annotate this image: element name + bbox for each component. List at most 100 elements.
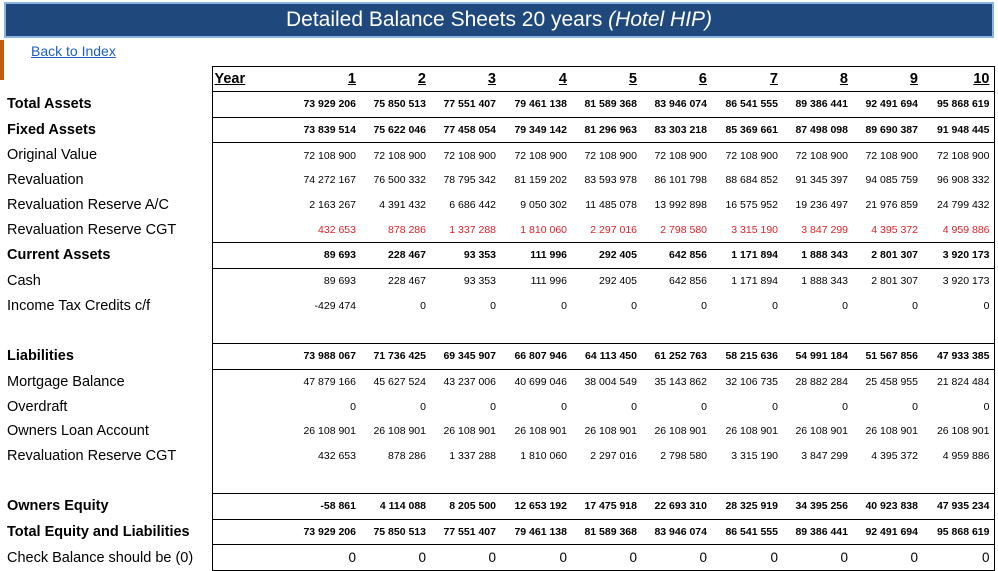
row-label: Original Value xyxy=(7,147,98,164)
value-cell: 11 485 078 xyxy=(585,199,637,212)
value-cell xyxy=(782,318,852,343)
row-label: Overdraft xyxy=(7,398,68,415)
value-cell: 72 108 900 xyxy=(865,149,918,162)
value-cell: 0 xyxy=(490,299,496,312)
value-cell: 81 296 963 xyxy=(571,116,641,144)
value-cell: 95 868 619 xyxy=(922,91,995,118)
value-cell: 0 xyxy=(631,299,637,312)
row-label: Check Balance should be (0) xyxy=(7,549,194,566)
value-cell: 0 xyxy=(430,544,500,571)
value-cell: 111 996 xyxy=(530,275,567,288)
value-cell: 72 108 900 xyxy=(725,149,778,162)
value-cell: 642 856 xyxy=(641,242,711,269)
value-cell: 26 108 901 xyxy=(443,425,496,438)
table-row: Owners Equity -58 861 4 114 088 8 205 500 12… xyxy=(0,493,995,520)
value-cell: 1 888 343 xyxy=(801,275,848,288)
value-cell: 72 108 900 xyxy=(584,149,637,162)
value-cell: 432 653 xyxy=(211,217,360,243)
value-cell: 32 106 735 xyxy=(725,375,778,388)
value-cell: 47 933 385 xyxy=(922,342,995,370)
value-cell: 83 946 074 xyxy=(641,518,711,545)
value-cell: 0 xyxy=(782,544,852,571)
value-cell: 89 693 xyxy=(211,268,360,294)
value-cell: 2 801 307 xyxy=(871,275,918,288)
value-cell xyxy=(852,468,922,493)
table-row: Overdraft 0 0 0 0 0 0 0 0 0 0 xyxy=(0,394,995,419)
row-label xyxy=(0,468,212,493)
value-cell: 0 xyxy=(701,400,707,413)
value-cell: 86 101 798 xyxy=(654,174,707,187)
value-cell: 89 386 441 xyxy=(782,518,852,545)
value-cell: 26 108 901 xyxy=(211,418,360,444)
value-cell: 292 405 xyxy=(571,242,641,269)
value-cell: 642 856 xyxy=(669,275,707,288)
value-cell: 81 589 368 xyxy=(571,91,641,118)
value-cell: 0 xyxy=(912,299,918,312)
value-cell: 66 807 946 xyxy=(500,342,571,370)
value-cell: 0 xyxy=(490,400,496,413)
back-to-index-link[interactable]: Back to Index xyxy=(31,43,116,59)
value-cell: 94 085 759 xyxy=(865,174,918,187)
value-cell: 74 272 167 xyxy=(211,168,360,193)
year-column-header: 2 xyxy=(360,66,430,92)
value-cell xyxy=(641,468,711,493)
year-column-header: 10 xyxy=(922,66,995,92)
value-cell: 24 799 432 xyxy=(922,192,995,218)
table-row: Total Equity and Liabilities 73 929 206 75… xyxy=(0,518,995,545)
value-cell: 0 xyxy=(922,394,995,419)
value-cell: 83 946 074 xyxy=(641,91,711,118)
value-cell: 2 297 016 xyxy=(590,223,637,236)
table-row: Total Assets 73 929 206 75 850 513 77 551 4… xyxy=(0,91,995,118)
value-cell xyxy=(211,318,360,344)
value-cell: 54 991 184 xyxy=(782,342,852,370)
value-cell: 26 108 901 xyxy=(865,425,918,438)
value-cell: 72 108 900 xyxy=(654,149,707,162)
value-cell: 8 205 500 xyxy=(430,493,500,520)
value-cell: 89 690 387 xyxy=(852,116,922,144)
value-cell xyxy=(500,318,571,343)
year-column-header: 5 xyxy=(571,66,641,92)
value-cell: 4 395 372 xyxy=(871,449,918,462)
value-cell: 73 929 206 xyxy=(211,91,360,118)
value-cell: 96 908 332 xyxy=(922,168,995,193)
value-cell: 0 xyxy=(701,299,707,312)
value-cell: 0 xyxy=(852,544,922,571)
value-cell: 28 325 919 xyxy=(711,493,782,520)
value-cell: 0 xyxy=(922,293,995,319)
row-label: Revaluation Reserve CGT xyxy=(7,447,177,464)
value-cell xyxy=(852,318,922,343)
value-cell: 16 575 952 xyxy=(725,199,778,212)
table-row: Mortgage Balance 47 879 166 45 627 524 43 2… xyxy=(0,369,995,395)
value-cell: 0 xyxy=(772,400,778,413)
sheet-title: Detailed Balance Sheets 20 years xyxy=(285,8,609,31)
table-row: Cash 89 693 228 467 93 353 111 996 292 405 642… xyxy=(0,268,995,294)
value-cell: 72 108 900 xyxy=(514,149,567,162)
value-cell: 51 567 856 xyxy=(852,342,922,370)
value-cell: 73 839 514 xyxy=(211,116,360,144)
sheet-subtitle: (Hotel HIP) xyxy=(608,8,713,31)
value-cell: 2 798 580 xyxy=(660,449,707,462)
value-cell: 17 475 918 xyxy=(571,493,641,520)
value-cell: 13 992 898 xyxy=(654,199,707,212)
year-column-header: 6 xyxy=(641,66,711,92)
value-cell: 61 252 763 xyxy=(641,342,711,370)
value-cell: 0 xyxy=(912,400,918,413)
value-cell: 75 850 513 xyxy=(360,91,430,118)
value-cell: 3 920 173 xyxy=(922,242,995,269)
value-cell: 1 337 288 xyxy=(449,449,496,462)
value-cell: 0 xyxy=(922,544,995,571)
table-row: Revaluation Reserve A/C 2 163 267 4 391 43… xyxy=(0,192,995,218)
row-label: Revaluation Reserve A/C xyxy=(7,197,169,214)
table-row: Revaluation Reserve CGT 432 653 878 286 1 3… xyxy=(0,217,995,243)
value-cell: 91 948 445 xyxy=(922,116,995,144)
value-cell: 77 551 407 xyxy=(430,91,500,118)
value-cell: 2 163 267 xyxy=(211,192,360,218)
value-cell: 28 882 284 xyxy=(795,375,848,388)
value-cell: 75 850 513 xyxy=(360,518,430,545)
value-cell: 81 159 202 xyxy=(514,174,567,187)
value-cell: 2 801 307 xyxy=(852,242,922,269)
value-cell: 38 004 549 xyxy=(584,375,637,388)
value-cell: 1 171 894 xyxy=(711,242,782,269)
value-cell: 93 353 xyxy=(463,275,496,288)
value-cell: 12 653 192 xyxy=(500,493,571,520)
